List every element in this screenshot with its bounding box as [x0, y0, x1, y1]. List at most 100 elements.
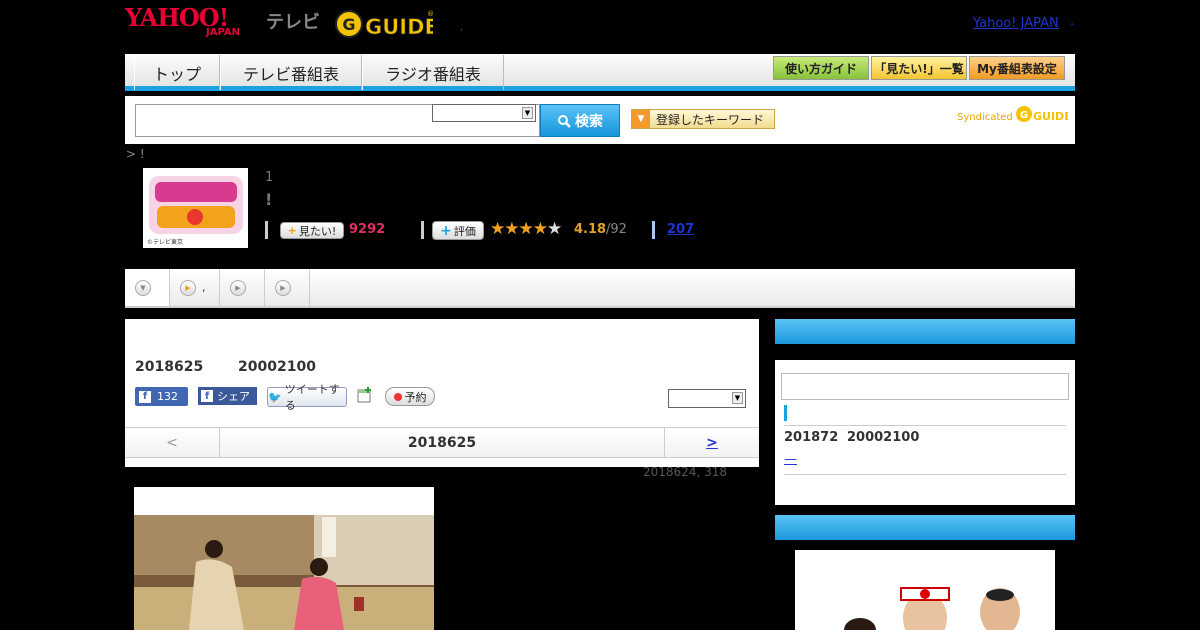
- divider: [652, 221, 655, 239]
- gguide-small-logo: G GUIDE: [1016, 106, 1068, 123]
- episode-air-time: 20002100: [238, 359, 316, 375]
- chevron-down-icon: ▼: [732, 392, 743, 404]
- plus-icon: +: [440, 222, 452, 239]
- program-tab-strip: ▼ ▶ , ▶ ▶: [125, 269, 1075, 308]
- facebook-share-label: シェア: [217, 390, 250, 403]
- facebook-icon: f: [201, 390, 213, 402]
- accent-bar: [784, 405, 787, 421]
- program-thumbnail: ©テレビ東京: [143, 168, 248, 248]
- saved-keywords-label: 登録したキーワード: [656, 112, 765, 127]
- divider: [421, 221, 424, 239]
- rating-score: 4.18: [574, 222, 607, 237]
- episode-video[interactable]: [134, 487, 434, 630]
- sidebar-box: [781, 373, 1069, 400]
- chevron-down-icon: ▼: [135, 279, 151, 296]
- promo-image[interactable]: [795, 550, 1055, 630]
- breadcrumb: > !: [126, 147, 145, 161]
- tab-episodes-label: ,: [202, 281, 206, 294]
- episode-panel: 2018625 20002100 f 132 f シェア 🐦 ツイートする 予約…: [125, 319, 759, 467]
- twitter-bird-icon: 🐦: [268, 390, 282, 404]
- svg-text:GUIDE: GUIDE: [365, 15, 433, 39]
- search-button-label: 検索: [575, 113, 603, 130]
- play-icon: ▶: [275, 279, 291, 296]
- facebook-like-button[interactable]: f 132: [135, 387, 188, 406]
- rate-button[interactable]: + 評価: [432, 221, 484, 240]
- pager-prev[interactable]: <: [125, 428, 220, 457]
- record-icon: [393, 392, 402, 401]
- nav-tab-tv-listings[interactable]: テレビ番組表: [220, 55, 362, 90]
- reserve-label: 予約: [404, 390, 427, 404]
- chevron-down-icon: ▼: [522, 107, 533, 119]
- divider: [784, 474, 1066, 475]
- svg-text:®: ®: [427, 10, 433, 18]
- svg-text:G: G: [1020, 110, 1028, 121]
- nav-tab-radio-listings[interactable]: ラジオ番組表: [362, 55, 504, 90]
- plus-icon: +: [287, 224, 297, 237]
- tweet-label: ツイートする: [284, 383, 340, 412]
- my-listings-settings-button[interactable]: My番組表設定: [969, 56, 1065, 80]
- play-icon: ▶: [230, 279, 246, 296]
- update-note: 2018624, 318: [643, 465, 727, 479]
- header-separator: ,: [460, 22, 464, 33]
- panel-header: [775, 319, 1075, 344]
- yahoo-logo-japan: JAPAN: [206, 27, 240, 38]
- search-button[interactable]: 検索: [540, 104, 620, 137]
- episode-air-date: 2018625: [135, 359, 204, 375]
- tab-related[interactable]: ▶: [265, 269, 310, 306]
- next-broadcast-date: 201872: [784, 430, 839, 445]
- star-icon: ★: [532, 219, 548, 239]
- facebook-share-button[interactable]: f シェア: [198, 387, 257, 405]
- svg-text:GUIDE: GUIDE: [1033, 110, 1068, 123]
- tab-reviews[interactable]: ▶: [220, 269, 265, 306]
- star-icon: ★: [504, 219, 519, 239]
- next-broadcast-time: 20002100: [847, 430, 920, 445]
- star-empty-icon: ★: [547, 219, 562, 239]
- panel-header: [775, 515, 1075, 540]
- usage-guide-button[interactable]: 使い方ガイド: [773, 56, 869, 80]
- svg-text:G: G: [342, 15, 355, 34]
- star-icon: ★: [518, 219, 534, 239]
- search-bar: ▼ 検索 ▼ 登録したキーワード Syndicated G GUIDE: [125, 96, 1075, 144]
- want-to-watch-list-button[interactable]: 「見たい!」一覧: [871, 56, 967, 80]
- episode-pager: < 2018625 >: [125, 427, 759, 458]
- add-calendar-icon[interactable]: [357, 387, 373, 404]
- next-broadcast-link[interactable]: —: [784, 452, 797, 467]
- star-icon: ★: [490, 219, 505, 239]
- want-to-watch-label: 見たい!: [298, 224, 337, 238]
- want-to-watch-button[interactable]: + 見たい!: [280, 222, 344, 239]
- rating-stars: ★★★★★: [490, 219, 562, 239]
- dropdown-arrow-icon: ▼: [632, 110, 650, 128]
- tab-overview[interactable]: ▼: [125, 269, 170, 306]
- divider: [265, 221, 268, 239]
- pager-next-link[interactable]: >: [664, 428, 759, 457]
- review-count-link[interactable]: 207: [667, 222, 694, 237]
- rate-label: 評価: [453, 224, 476, 238]
- facebook-icon: f: [139, 390, 151, 403]
- main-nav: トップ テレビ番組表 ラジオ番組表 使い方ガイド 「見たい!」一覧 My番組表設…: [125, 54, 1075, 91]
- tv-logo-text[interactable]: テレビ: [266, 8, 320, 34]
- thumbnail-credit: ©テレビ東京: [147, 238, 183, 246]
- syndicated-label: Syndicated: [957, 112, 1013, 123]
- search-category-select[interactable]: ▼: [432, 104, 536, 122]
- nav-tab-top[interactable]: トップ: [134, 55, 220, 90]
- episode-select[interactable]: ▼: [668, 389, 746, 408]
- saved-keywords-button[interactable]: ▼ 登録したキーワード: [631, 109, 775, 129]
- promo-panel: [775, 515, 1075, 630]
- gguide-logo[interactable]: G GUIDE ®: [335, 8, 433, 40]
- tab-episodes[interactable]: ▶ ,: [170, 269, 220, 306]
- yahoo-japan-link[interactable]: Yahoo! JAPAN: [973, 16, 1059, 31]
- program-title: !: [265, 190, 273, 209]
- pager-current-date: 2018625: [407, 434, 477, 451]
- search-icon: [558, 114, 571, 128]
- program-number: 1: [265, 170, 274, 185]
- play-icon: ▶: [180, 279, 196, 296]
- tweet-button[interactable]: 🐦 ツイートする: [267, 383, 347, 412]
- facebook-like-count: 132: [157, 390, 178, 403]
- want-to-watch-count: 9292: [349, 222, 386, 237]
- divider: [784, 425, 1066, 426]
- reserve-button[interactable]: 予約: [385, 387, 435, 406]
- panel-subheader: [775, 344, 1075, 360]
- header-trailing-dot: .: [1070, 14, 1075, 29]
- next-broadcast-panel: 201872 20002100 —: [775, 319, 1075, 505]
- rating-total: /92: [606, 222, 627, 237]
